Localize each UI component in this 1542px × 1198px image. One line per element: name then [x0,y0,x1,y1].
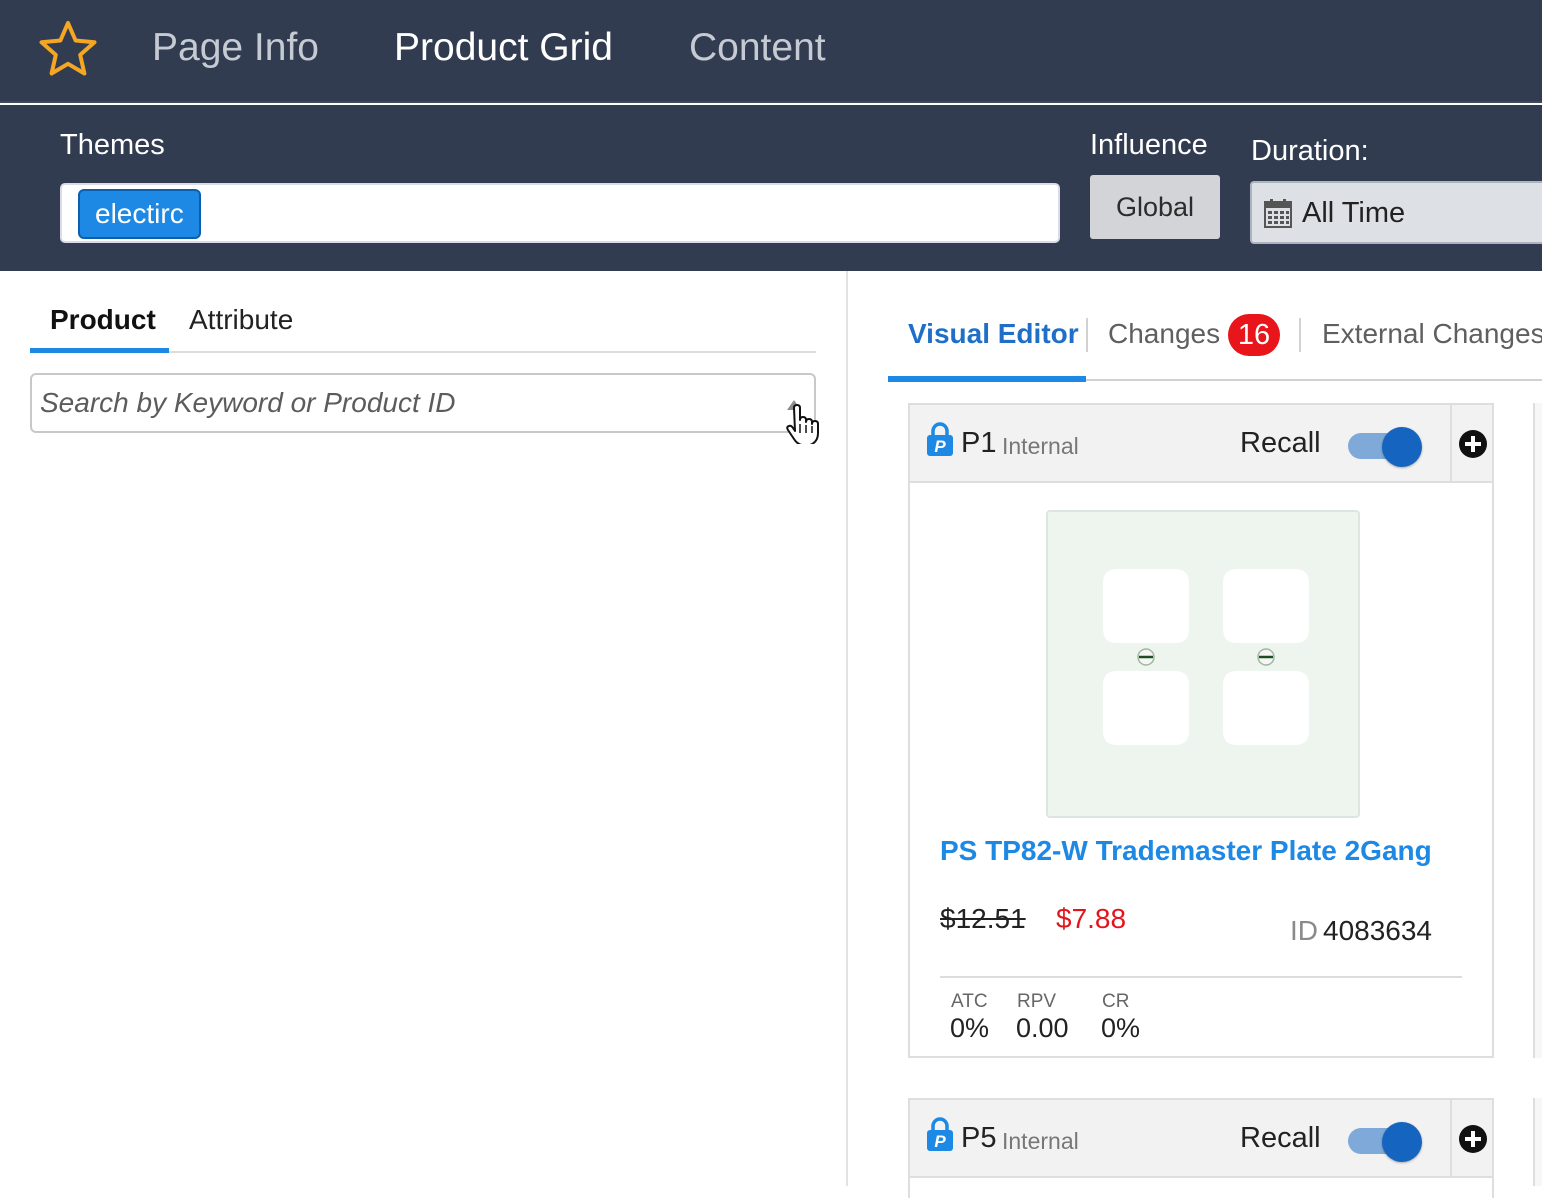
svg-text:P: P [934,1132,946,1151]
changes-count-badge: 16 [1228,314,1280,356]
tab-changes[interactable]: Changes [1108,318,1220,350]
tab-external-changes[interactable]: External Changes [1322,318,1542,350]
duration-value: All Time [1302,197,1406,229]
position-label: P1 [961,427,997,459]
tab-visual-editor[interactable]: Visual Editor [908,318,1079,350]
product-id-label: ID [1290,915,1318,946]
metric-atc-value: 0% [950,1013,990,1043]
position-type: Internal [1002,433,1079,459]
influence-global-button[interactable]: Global [1090,175,1220,239]
recall-label: Recall [1240,1122,1321,1154]
theme-tag[interactable]: electirc [78,189,201,239]
lock-icon[interactable]: P [926,1116,954,1152]
lock-icon[interactable]: P [926,421,954,457]
influence-label: Influence [1090,129,1208,161]
product-name-link[interactable]: PS TP82-W Trademaster Plate 2Gang [940,835,1432,867]
product-card[interactable]: P P5 Internal Recall [908,1098,1494,1198]
active-tab-indicator [888,376,1086,382]
recall-toggle[interactable] [1348,427,1424,467]
metric-atc-label: ATC [951,991,988,1012]
add-circle-icon[interactable] [1458,1124,1488,1154]
recall-label: Recall [1240,427,1321,459]
themes-input[interactable]: electirc [60,183,1060,243]
product-id-value: 4083634 [1323,915,1433,946]
card-header: P P5 Internal Recall [910,1100,1492,1178]
tab-attribute[interactable]: Attribute [189,304,293,336]
star-icon[interactable] [37,19,99,79]
active-tab-indicator [30,348,169,353]
recall-toggle[interactable] [1348,1122,1424,1162]
duration-select[interactable]: All Time [1250,181,1542,244]
product-search-input[interactable] [40,383,780,423]
header-separator [1450,1100,1452,1178]
product-card[interactable]: P P1 Internal Recall PS TP82-W Trademast… [908,403,1494,1058]
tab-separator [1086,318,1088,352]
duration-label: Duration: [1251,135,1369,167]
calendar-icon [1264,199,1292,228]
tab-product[interactable]: Product [50,304,156,336]
next-product-card-edge [1533,1098,1542,1186]
product-image[interactable] [1043,503,1363,823]
toggle-knob [1382,427,1422,467]
original-price: $12.51 [940,903,1026,934]
toggle-knob [1382,1122,1422,1162]
position-type: Internal [1002,1128,1079,1154]
themes-label: Themes [60,129,165,161]
metric-cr-value: 0% [1101,1013,1141,1043]
card-header: P P1 Internal Recall [910,405,1492,483]
tab-separator [1299,318,1301,352]
tab-content[interactable]: Content [689,26,826,70]
top-nav: Page Info Product Grid Content [0,0,1542,103]
card-divider [940,976,1462,978]
header-separator [1450,405,1452,483]
sale-price: $7.88 [1056,903,1127,934]
add-circle-icon[interactable] [1458,429,1488,459]
position-label: P5 [961,1122,997,1154]
metric-cr-label: CR [1102,991,1130,1012]
tab-page-info[interactable]: Page Info [152,26,319,70]
metric-rpv-label: RPV [1017,991,1057,1012]
svg-text:P: P [934,437,946,456]
next-product-card-edge [1533,403,1542,1058]
product-search-box[interactable] [30,373,816,433]
panel-divider [846,271,848,1186]
metric-rpv-value: 0.00 [1016,1013,1069,1043]
tab-product-grid[interactable]: Product Grid [394,26,613,70]
hand-cursor-icon [786,404,819,444]
filter-bar: Themes electirc Influence Global Duratio… [0,105,1542,271]
